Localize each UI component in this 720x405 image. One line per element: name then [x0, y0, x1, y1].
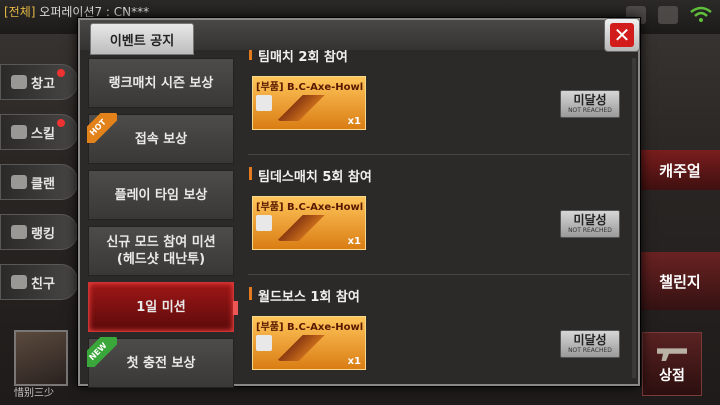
status-label: 미달성	[573, 92, 607, 107]
menu-friends[interactable]: 친구	[0, 264, 78, 300]
dialog-title: 이벤트 공지	[90, 23, 194, 55]
mission-item: 팀매치 2회 참여 [부품] B.C-Axe-Howl x1 미달성 NOT R…	[248, 50, 630, 155]
friends-icon	[11, 275, 27, 289]
shop-button[interactable]: 상점	[642, 332, 702, 396]
mission-item: 팀데스매치 5회 참여 [부품] B.C-Axe-Howl x1 미달성 NOT…	[248, 162, 630, 275]
tab-login-reward[interactable]: HOT 접속 보상	[87, 113, 234, 164]
notification-dot	[56, 69, 65, 77]
axe-icon	[277, 95, 337, 121]
reward-name: [부품] B.C-Axe-Howl	[256, 82, 364, 93]
badge-text: HOT	[87, 113, 117, 143]
tab-label: 신규 모드 참여 미션 (헤드샷 대난투)	[106, 235, 216, 267]
tab-rank-season-reward[interactable]: 랭크매치 시즌 보상	[88, 58, 234, 108]
status-button[interactable]: 미달성 NOT REACHED	[560, 210, 620, 238]
reward-quantity: x1	[347, 356, 361, 367]
puzzle-piece-icon	[256, 335, 272, 351]
challenge-mode-button[interactable]: 챌린지	[640, 252, 720, 310]
mission-list[interactable]: 팀매치 2회 참여 [부품] B.C-Axe-Howl x1 미달성 NOT R…	[248, 50, 630, 386]
tab-label: 1일 미션	[136, 299, 186, 315]
chat-channel: [전체]	[4, 5, 36, 19]
menu-label: 스킬	[31, 126, 55, 142]
reward-quantity: x1	[347, 116, 361, 127]
tab-label: 첫 충전 보상	[126, 355, 196, 371]
storage-icon	[11, 75, 27, 89]
event-notice-dialog: 이벤트 공지 ✕ 랭크매치 시즌 보상 HOT 접속 보상 플레이 타임 보상 …	[78, 18, 640, 388]
reward-item[interactable]: [부품] B.C-Axe-Howl x1	[252, 76, 366, 130]
reward-quantity: x1	[347, 236, 361, 247]
menu-ranking[interactable]: 랭킹	[0, 214, 78, 250]
menu-storage[interactable]: 창고	[0, 64, 78, 100]
status-sublabel: NOT REACHED	[568, 346, 612, 354]
status-button[interactable]: 미달성 NOT REACHED	[560, 330, 620, 358]
menu-label: 랭킹	[31, 226, 55, 242]
reward-name: [부품] B.C-Axe-Howl	[256, 202, 364, 213]
mission-title: 팀데스매치 5회 참여	[249, 166, 372, 185]
reward-item[interactable]: [부품] B.C-Axe-Howl x1	[252, 316, 366, 370]
scrollbar[interactable]	[632, 58, 636, 378]
casual-mode-button[interactable]: 캐주얼	[640, 150, 720, 190]
left-menu: 창고 스킬 클랜 랭킹 친구	[0, 64, 78, 314]
reward-name: [부품] B.C-Axe-Howl	[256, 322, 364, 333]
mission-title: 월드보스 1회 참여	[249, 286, 360, 305]
tab-label: 랭크매치 시즌 보상	[108, 75, 214, 91]
status-label: 미달성	[573, 212, 607, 227]
badge-text: NEW	[87, 337, 117, 367]
gear-icon[interactable]	[658, 6, 678, 24]
status-sublabel: NOT REACHED	[568, 106, 612, 114]
player-name: 惜别三少	[14, 388, 54, 399]
puzzle-piece-icon	[256, 215, 272, 231]
close-icon: ✕	[610, 23, 634, 47]
menu-label: 클랜	[31, 176, 55, 192]
notification-dot	[56, 119, 65, 127]
avatar[interactable]	[14, 330, 68, 386]
tab-new-mode-mission[interactable]: 신규 모드 참여 미션 (헤드샷 대난투)	[88, 226, 234, 276]
tab-label: 플레이 타임 보상	[114, 187, 208, 203]
mission-title: 팀매치 2회 참여	[249, 50, 348, 65]
menu-clan[interactable]: 클랜	[0, 164, 78, 200]
right-panel: 캐주얼 챌린지 상점	[640, 40, 720, 405]
active-marker	[233, 301, 238, 315]
tab-playtime-reward[interactable]: 플레이 타임 보상	[88, 170, 234, 220]
clan-icon	[11, 175, 27, 189]
shop-label: 상점	[659, 368, 685, 384]
status-label: 미달성	[573, 332, 607, 347]
menu-skill[interactable]: 스킬	[0, 114, 78, 150]
tab-daily-mission[interactable]: 1일 미션	[88, 282, 238, 332]
menu-label: 친구	[31, 276, 55, 292]
axe-icon	[277, 215, 337, 241]
chat-message: 오퍼레이션7 : CN***	[39, 5, 150, 19]
puzzle-piece-icon	[256, 95, 272, 111]
trophy-icon	[11, 225, 27, 239]
tab-first-charge-reward[interactable]: NEW 첫 충전 보상	[87, 337, 234, 388]
wifi-icon	[690, 6, 712, 22]
reward-item[interactable]: [부품] B.C-Axe-Howl x1	[252, 196, 366, 250]
axe-icon	[277, 335, 337, 361]
skill-icon	[11, 125, 27, 139]
mission-item: 월드보스 1회 참여 [부품] B.C-Axe-Howl x1 미달성 NOT …	[248, 282, 630, 386]
gun-icon	[657, 348, 687, 361]
menu-label: 창고	[31, 76, 55, 92]
new-badge: NEW	[87, 337, 117, 367]
status-button[interactable]: 미달성 NOT REACHED	[560, 90, 620, 118]
close-button[interactable]: ✕	[604, 18, 640, 52]
status-sublabel: NOT REACHED	[568, 226, 612, 234]
tab-label: 접속 보상	[134, 131, 188, 147]
hot-badge: HOT	[87, 113, 117, 143]
